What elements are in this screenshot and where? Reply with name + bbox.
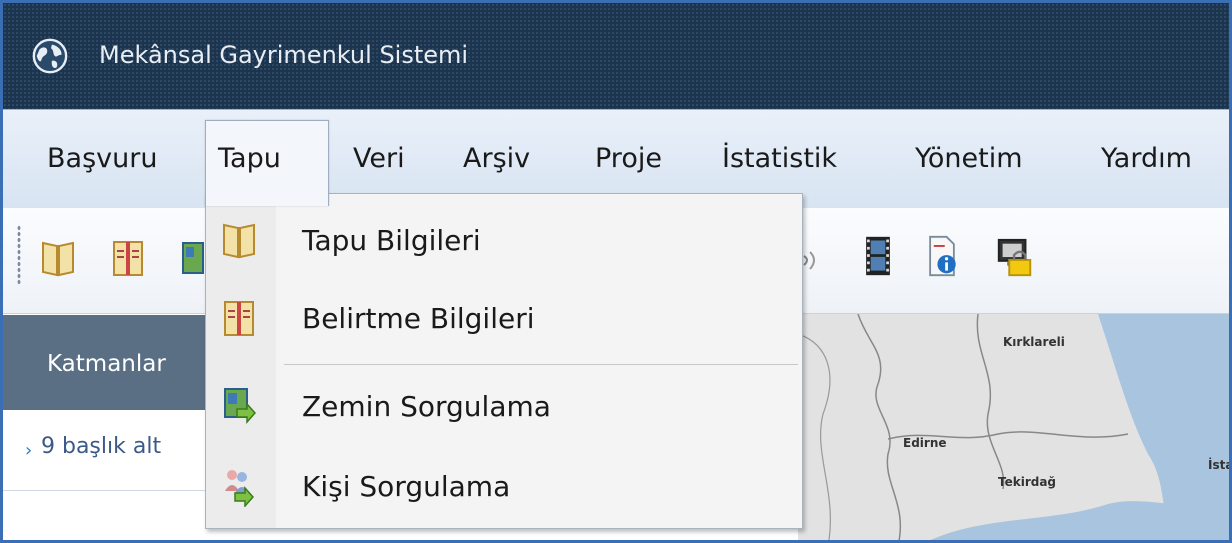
globe-icon [32, 38, 68, 74]
menu-separator [284, 364, 798, 365]
menu-item-label: Tapu Bilgileri [302, 224, 481, 257]
book-icon [223, 223, 255, 259]
menu-item-label: Belirtme Bilgileri [302, 302, 535, 335]
menu-item-label: Zemin Sorgulama [302, 390, 551, 423]
document-info-icon[interactable] [925, 235, 959, 277]
menu-arsiv[interactable]: Arşiv [451, 135, 542, 183]
map-search-icon[interactable] [181, 237, 205, 279]
application-window: Mekânsal Gayrimenkul Sistemi Başvuru Tap… [0, 0, 1232, 543]
menu-tapu[interactable]: Tapu [205, 120, 329, 206]
map-search-icon [224, 388, 256, 424]
menu-basvuru[interactable]: Başvuru [35, 135, 169, 183]
chevron-right-icon: › [25, 440, 33, 461]
speaker-icon[interactable] [801, 239, 825, 281]
map-label-istanbul: İsta [1208, 457, 1232, 472]
film-icon[interactable] [861, 235, 895, 277]
menu-item-zemin-sorgulama[interactable]: Zemin Sorgulama [206, 372, 800, 442]
map-label-edirne: Edirne [903, 436, 947, 450]
menu-item-label: Kişi Sorgulama [302, 470, 511, 503]
menu-istatistik[interactable]: İstatistik [710, 135, 849, 183]
map-label-kirklareli: Kırklareli [1003, 335, 1065, 349]
menu-item-kisi-sorgulama[interactable]: Kişi Sorgulama [206, 452, 800, 522]
menu-yardim[interactable]: Yardım [1089, 135, 1204, 183]
menu-item-belirtme-bilgileri[interactable]: Belirtme Bilgileri [206, 284, 800, 354]
title-bar: Mekânsal Gayrimenkul Sistemi [3, 3, 1229, 109]
layers-header-label: Katmanlar [47, 351, 166, 377]
notebook-icon[interactable] [111, 237, 145, 279]
person-search-icon [225, 470, 255, 507]
menu-veri[interactable]: Veri [341, 135, 417, 183]
toolbar-grip[interactable] [17, 225, 21, 285]
layers-subheader[interactable]: › 9 başlık alt [3, 410, 208, 491]
map-label-tekirdag: Tekirdağ [998, 475, 1056, 489]
monitor-lock-icon[interactable] [995, 237, 1035, 279]
layers-panel-header[interactable]: Katmanlar [3, 315, 208, 410]
map-view[interactable]: Kırklareli Edirne Tekirdağ İsta [798, 314, 1232, 543]
window-title: Mekânsal Gayrimenkul Sistemi [99, 41, 469, 69]
tapu-dropdown-menu: Tapu Bilgileri Belirtme Bilgileri Zemin … [205, 193, 803, 529]
menu-item-tapu-bilgileri[interactable]: Tapu Bilgileri [206, 206, 800, 276]
layers-subheader-label: 9 başlık alt [41, 434, 162, 459]
notebook-icon [224, 301, 254, 336]
layers-panel-body [3, 491, 208, 540]
book-icon[interactable] [41, 237, 75, 279]
menu-proje[interactable]: Proje [583, 135, 674, 183]
menu-yonetim[interactable]: Yönetim [903, 135, 1035, 183]
